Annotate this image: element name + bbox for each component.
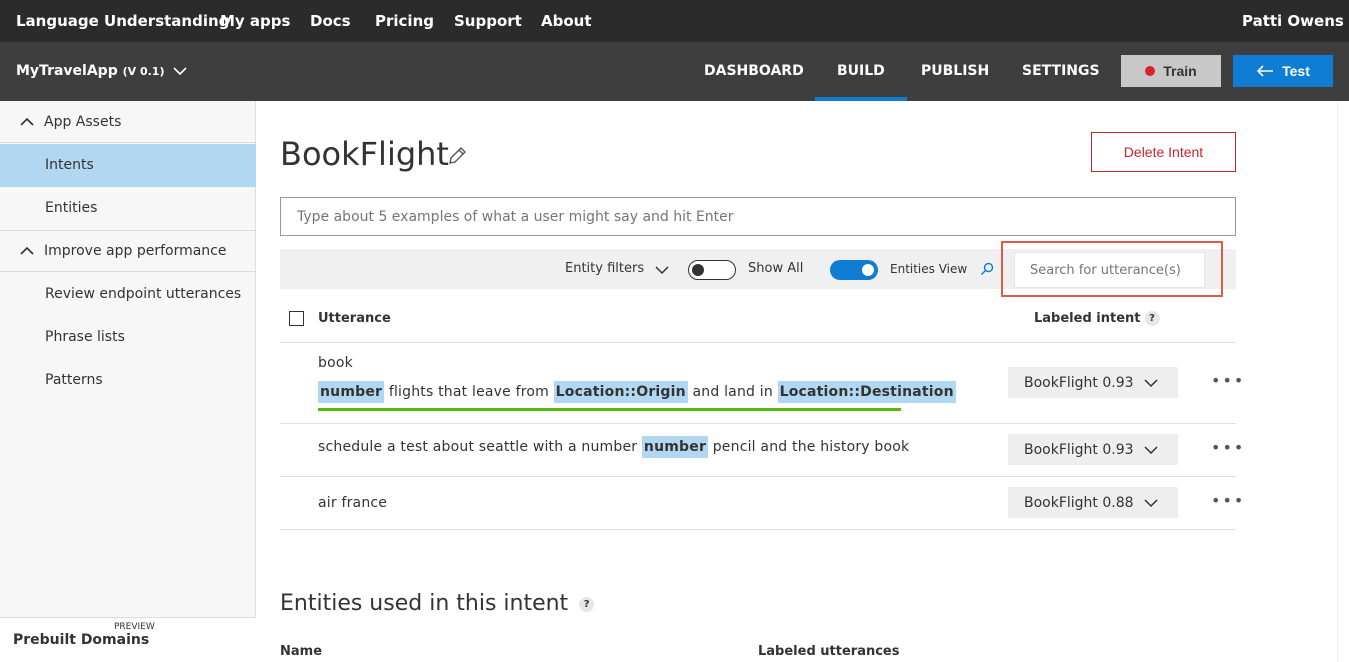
column-header-labeled-intent: Labeled intent? xyxy=(1034,311,1160,326)
more-options-icon[interactable]: ••• xyxy=(1211,371,1245,390)
row-divider xyxy=(280,342,1236,343)
search-highlight-box xyxy=(1001,241,1223,297)
nav-about[interactable]: About xyxy=(541,0,592,42)
intent-match-underline xyxy=(318,408,901,411)
help-icon[interactable]: ? xyxy=(579,596,595,612)
show-all-label: Show All xyxy=(748,261,804,276)
row-divider xyxy=(280,476,1236,477)
more-options-icon[interactable]: ••• xyxy=(1211,438,1245,457)
utterance-input[interactable] xyxy=(280,197,1236,236)
scrollbar[interactable] xyxy=(1337,101,1349,662)
nav-support[interactable]: Support xyxy=(454,0,522,42)
row-divider xyxy=(280,423,1236,424)
search-icon[interactable] xyxy=(980,262,994,276)
sidebar-section-improve[interactable]: Improve app performance xyxy=(0,230,256,272)
nav-docs[interactable]: Docs xyxy=(310,0,351,42)
column-header-name[interactable]: Name xyxy=(280,644,322,659)
tab-publish[interactable]: PUBLISH xyxy=(921,42,989,101)
chevron-down-icon xyxy=(1144,378,1158,387)
sidebar-section-label: App Assets xyxy=(44,113,122,130)
help-icon[interactable]: ? xyxy=(1144,311,1160,326)
app-version: (V 0.1) xyxy=(122,65,165,78)
utterance-text[interactable]: number flights that leave from Location:… xyxy=(318,381,956,403)
labeled-intent-value: BookFlight 0.88 xyxy=(1024,494,1134,511)
chevron-down-icon xyxy=(173,67,187,76)
test-button[interactable]: Test xyxy=(1233,55,1333,87)
labeled-intent-header-label: Labeled intent xyxy=(1034,311,1141,326)
page-title: BookFlight xyxy=(280,135,449,173)
sidebar-item-patterns[interactable]: Patterns xyxy=(0,359,256,402)
chevron-down-icon[interactable] xyxy=(655,265,669,275)
sidebar-section-app-assets[interactable]: App Assets xyxy=(0,101,256,143)
app-bar: MyTravelApp (V 0.1) DASHBOARD BUILD PUBL… xyxy=(0,42,1349,101)
show-all-toggle[interactable] xyxy=(688,260,736,280)
entity-label[interactable]: Location::Origin xyxy=(553,381,688,403)
nav-pricing[interactable]: Pricing xyxy=(375,0,434,42)
column-header-utterance[interactable]: Utterance xyxy=(318,311,391,326)
sidebar-item-entities[interactable]: Entities xyxy=(0,187,256,230)
tab-dashboard[interactable]: DASHBOARD xyxy=(704,42,804,101)
brand-link[interactable]: Language Understanding xyxy=(16,0,229,42)
arrow-left-icon xyxy=(1256,65,1274,77)
train-label: Train xyxy=(1163,63,1197,79)
labeled-intent-dropdown[interactable]: BookFlight 0.93 xyxy=(1008,367,1178,398)
user-name[interactable]: Patti Owens xyxy=(1242,0,1344,42)
entity-label[interactable]: number xyxy=(318,381,385,403)
entities-view-label: Entities View xyxy=(890,262,968,276)
app-selector[interactable]: MyTravelApp (V 0.1) xyxy=(16,42,187,101)
entity-label[interactable]: Location::Destination xyxy=(777,381,956,403)
utterance-text[interactable]: schedule a test about seattle with a num… xyxy=(318,436,910,458)
entity-label[interactable]: number xyxy=(641,436,709,458)
tab-build[interactable]: BUILD xyxy=(815,42,907,101)
prebuilt-domains-label: Prebuilt Domains xyxy=(13,632,150,648)
nav-my-apps[interactable]: My apps xyxy=(220,0,290,42)
utterance-segment: and land in xyxy=(692,384,773,400)
sidebar-section-label: Improve app performance xyxy=(44,243,227,259)
chevron-down-icon xyxy=(1144,445,1158,454)
chevron-up-icon xyxy=(20,246,34,255)
sidebar-item-phrase-lists[interactable]: Phrase lists xyxy=(0,316,256,359)
entities-view-toggle[interactable] xyxy=(830,260,878,280)
tab-settings[interactable]: SETTINGS xyxy=(1022,42,1100,101)
entity-filters-dropdown[interactable]: Entity filters xyxy=(565,249,644,289)
labeled-intent-value: BookFlight 0.93 xyxy=(1024,374,1134,391)
main-content: BookFlight Delete Intent Entity filters … xyxy=(256,101,1349,662)
select-all-checkbox[interactable] xyxy=(289,311,304,326)
utterance-segment: schedule a test about seattle with a num… xyxy=(318,439,638,455)
app-name: MyTravelApp xyxy=(16,63,118,79)
chevron-down-icon xyxy=(1144,498,1158,507)
chevron-up-icon xyxy=(20,117,34,126)
labeled-intent-dropdown[interactable]: BookFlight 0.93 xyxy=(1008,434,1178,465)
sidebar-item-review[interactable]: Review endpoint utterances xyxy=(0,273,256,316)
prebuilt-domains[interactable]: PREVIEW Prebuilt Domains xyxy=(0,617,256,662)
test-label: Test xyxy=(1282,63,1310,79)
labeled-intent-value: BookFlight 0.93 xyxy=(1024,441,1134,458)
row-divider xyxy=(280,529,1236,530)
section-title-entities: Entities used in this intent ? xyxy=(280,591,595,616)
utterance-text[interactable]: air france xyxy=(318,495,387,511)
labeled-intent-dropdown[interactable]: BookFlight 0.88 xyxy=(1008,487,1178,518)
column-header-labeled-utterances[interactable]: Labeled utterances xyxy=(758,644,899,659)
preview-badge: PREVIEW xyxy=(114,622,155,632)
pencil-icon[interactable] xyxy=(446,145,468,167)
section-title-text: Entities used in this intent xyxy=(280,591,569,616)
sidebar: App Assets Intents Entities Improve app … xyxy=(0,101,256,662)
delete-intent-button[interactable]: Delete Intent xyxy=(1091,132,1236,172)
top-nav-bar: Language Understanding My apps Docs Pric… xyxy=(0,0,1349,42)
sidebar-item-intents[interactable]: Intents xyxy=(0,144,256,187)
utterance-segment: flights that leave from xyxy=(388,384,550,400)
train-button[interactable]: Train xyxy=(1121,55,1221,87)
utterance-segment: pencil and the history book xyxy=(712,439,910,455)
utterance-text[interactable]: book xyxy=(318,355,353,371)
train-status-dot xyxy=(1145,66,1156,76)
more-options-icon[interactable]: ••• xyxy=(1211,491,1245,510)
